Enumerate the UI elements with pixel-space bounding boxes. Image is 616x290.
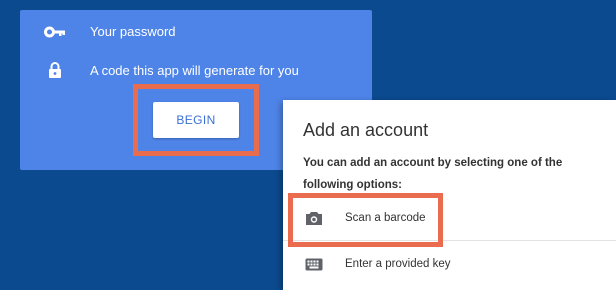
dialog-description: You can add an account by selecting one …	[303, 157, 563, 191]
code-label: A code this app will generate for you	[90, 63, 299, 78]
begin-button[interactable]: BEGIN	[153, 102, 239, 138]
password-label: Your password	[90, 24, 176, 39]
enter-key-label: Enter a provided key	[345, 258, 451, 270]
code-row: A code this app will generate for you	[20, 62, 299, 79]
scan-barcode-highlight	[288, 193, 443, 247]
lock-icon	[20, 62, 90, 79]
enter-key-option[interactable]: Enter a provided key	[283, 242, 616, 286]
dialog-title: Add an account	[303, 120, 429, 140]
key-icon	[20, 26, 90, 38]
keyboard-icon	[283, 258, 345, 271]
password-row: Your password	[20, 24, 176, 39]
